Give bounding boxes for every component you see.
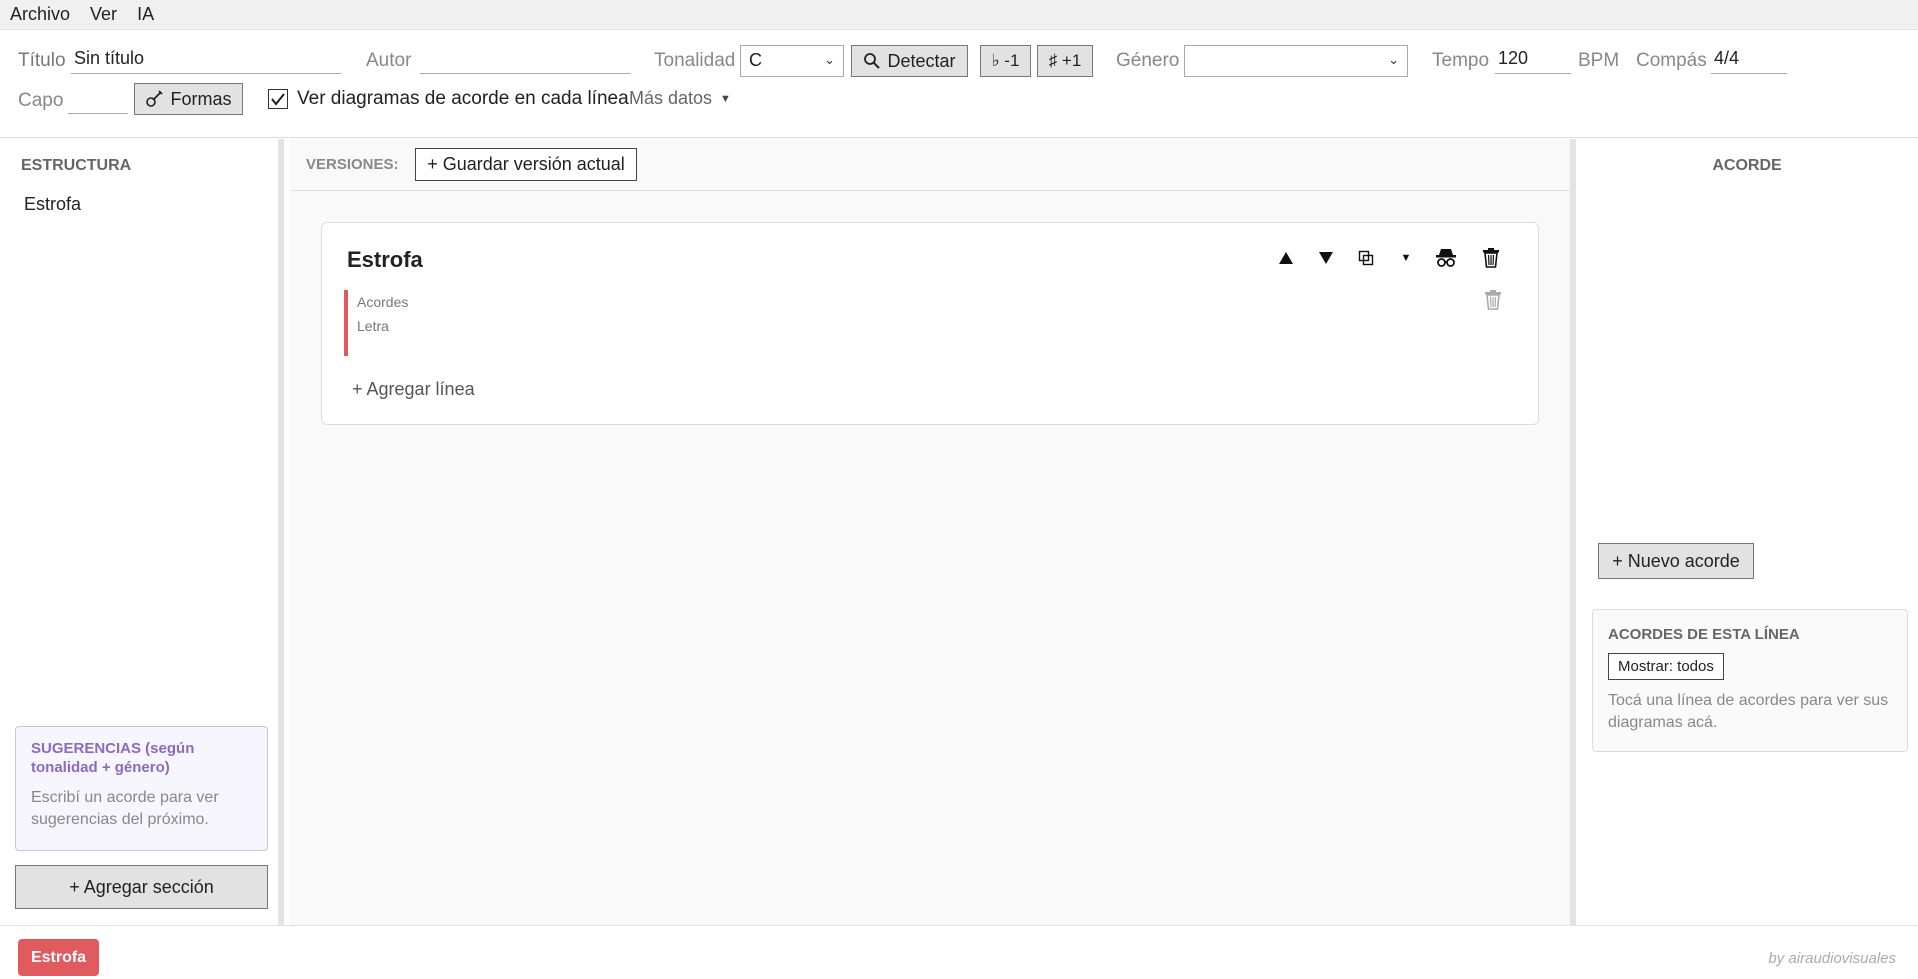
chord-panel: ACORDE + Nuevo acorde ACORDES DE ESTA LÍ… — [1570, 139, 1918, 925]
line-accent-bar — [344, 290, 348, 356]
song-metadata-toolbar: Título Autor Tonalidad C ⌄ Detectar ♭ -1… — [0, 30, 1918, 138]
check-icon — [270, 91, 286, 107]
show-diagrams-checkbox[interactable] — [268, 89, 288, 109]
chevron-down-icon: ⌄ — [1388, 52, 1399, 67]
line-chords-hint: Tocá una línea de acordes para ver sus d… — [1608, 692, 1889, 731]
bpm-label: BPM — [1578, 50, 1620, 71]
move-up-icon[interactable] — [1273, 245, 1299, 271]
time-signature-input[interactable] — [1711, 44, 1787, 74]
detect-key-button[interactable]: Detectar — [851, 45, 968, 77]
structure-sidebar: ESTRUCTURA Estrofa SUGERENCIAS (según to… — [0, 139, 284, 925]
capo-input[interactable] — [68, 84, 128, 114]
search-icon — [863, 52, 881, 70]
suggestions-text: Escribí un acorde para ver sugerencias d… — [31, 789, 219, 828]
author-input[interactable] — [420, 44, 630, 74]
genre-select[interactable]: ⌄ — [1184, 45, 1408, 77]
more-data-label: Más datos — [629, 88, 713, 108]
show-diagrams-label[interactable]: Ver diagramas de acorde en cada línea — [297, 88, 629, 110]
transpose-up-button[interactable]: ♯ +1 — [1037, 45, 1093, 77]
versions-bar: VERSIONES: + Guardar versión actual — [290, 139, 1570, 191]
capo-label: Capo — [18, 90, 64, 111]
suggestions-panel: SUGERENCIAS (según tonalidad + género) E… — [15, 726, 268, 851]
move-down-icon[interactable] — [1313, 245, 1339, 271]
chord-panel-title: ACORDE — [1712, 157, 1782, 174]
line-chords-panel: ACORDES DE ESTA LÍNEA Mostrar: todos Toc… — [1592, 609, 1908, 752]
key-label: Tonalidad — [654, 50, 736, 71]
footer-credit: by airaudiovisuales — [1768, 950, 1896, 967]
guitar-icon — [145, 90, 164, 108]
save-version-button[interactable]: + Guardar versión actual — [415, 148, 637, 181]
menu-bar: Archivo Ver IA — [0, 0, 1918, 30]
caret-down-icon: ▼ — [720, 92, 731, 105]
incognito-icon[interactable] — [1433, 245, 1459, 271]
line-chords-title: ACORDES DE ESTA LÍNEA — [1608, 626, 1800, 643]
tempo-label: Tempo — [1432, 50, 1490, 71]
structure-title: ESTRUCTURA — [21, 157, 132, 174]
tempo-input[interactable] — [1495, 44, 1571, 74]
add-section-button[interactable]: + Agregar sección — [15, 865, 268, 909]
author-label: Autor — [366, 50, 412, 71]
key-select[interactable]: C ⌄ — [740, 45, 844, 77]
transpose-down-button[interactable]: ♭ -1 — [980, 45, 1031, 77]
versions-label: VERSIONES: — [306, 156, 399, 173]
more-data-toggle[interactable]: Más datos ▼ — [629, 88, 731, 109]
time-signature-label: Compás — [1636, 50, 1707, 71]
key-select-value: C — [749, 50, 762, 70]
duplicate-icon[interactable] — [1353, 245, 1379, 271]
line-lyrics-input[interactable]: Letra — [357, 318, 389, 334]
section-title[interactable]: Estrofa — [347, 247, 423, 273]
shapes-button-label: Formas — [170, 88, 232, 109]
editor-area: VERSIONES: + Guardar versión actual Estr… — [290, 139, 1570, 925]
title-input[interactable] — [71, 44, 341, 74]
structure-item-estrofa[interactable]: Estrofa — [24, 194, 81, 215]
chord-shapes-button[interactable]: Formas — [134, 83, 243, 115]
suggestions-title: SUGERENCIAS (según tonalidad + género) — [31, 740, 195, 776]
menu-ver[interactable]: Ver — [90, 4, 117, 25]
section-card: Estrofa ▼ Acordes Letra + Agregar línea — [321, 222, 1539, 425]
detect-button-label: Detectar — [887, 50, 956, 71]
menu-archivo[interactable]: Archivo — [10, 4, 70, 25]
chevron-down-icon: ⌄ — [824, 52, 835, 67]
menu-ia[interactable]: IA — [137, 4, 154, 25]
line-chords-input[interactable]: Acordes — [357, 294, 408, 310]
add-line-button[interactable]: + Agregar línea — [352, 379, 475, 400]
section-chip-estrofa[interactable]: Estrofa — [18, 939, 99, 976]
new-chord-button[interactable]: + Nuevo acorde — [1598, 543, 1754, 579]
show-filter-button[interactable]: Mostrar: todos — [1608, 653, 1724, 680]
footer-bar: Estrofa by airaudiovisuales — [0, 925, 1918, 979]
genre-label: Género — [1116, 50, 1180, 71]
delete-line-trash-icon[interactable] — [1480, 287, 1506, 313]
section-options-caret-icon[interactable]: ▼ — [1393, 245, 1419, 271]
delete-section-trash-icon[interactable] — [1478, 245, 1504, 271]
title-label: Título — [18, 50, 66, 71]
